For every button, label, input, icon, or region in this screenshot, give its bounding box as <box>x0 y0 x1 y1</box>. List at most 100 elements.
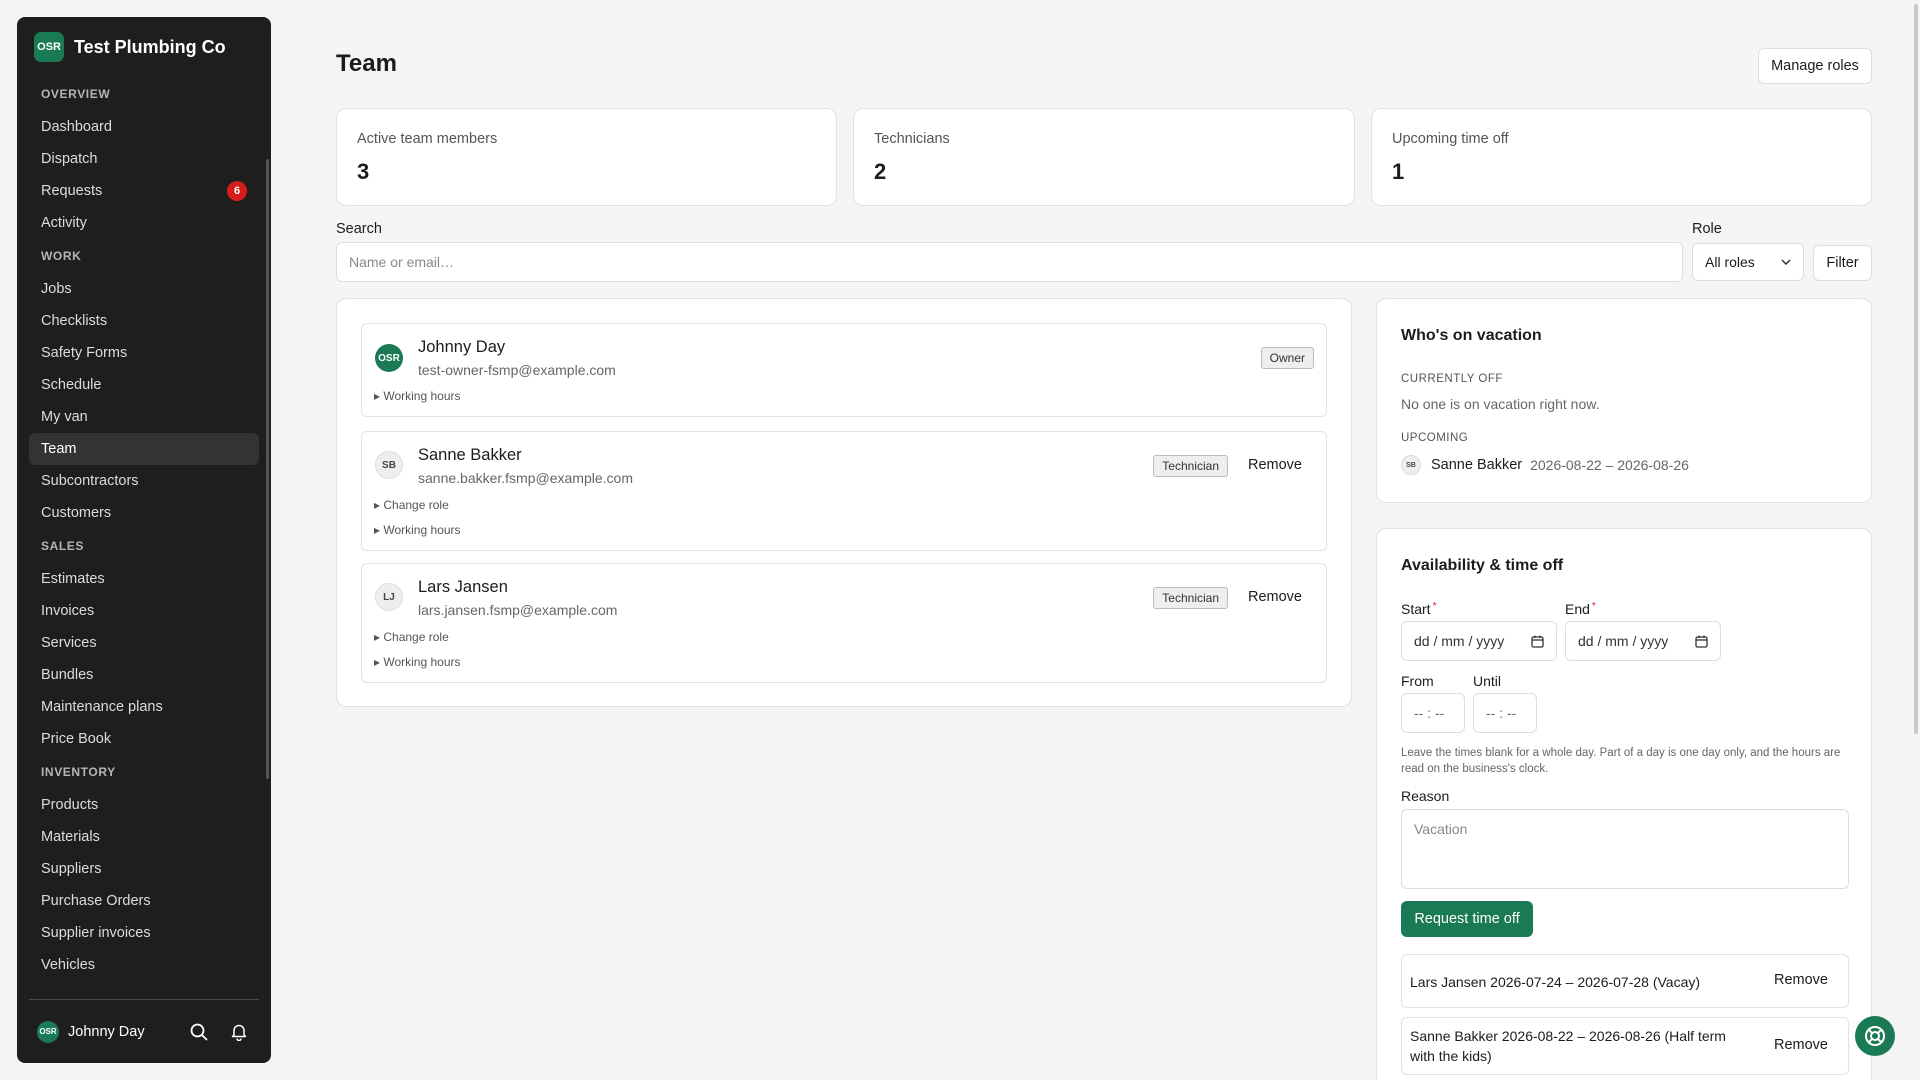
working-hours-toggle[interactable]: ▸ Working hours <box>374 389 461 403</box>
upcoming-label: UPCOMING <box>1401 432 1469 444</box>
toggle-label: Working hours <box>383 655 461 669</box>
remove-member-button[interactable]: Remove <box>1248 457 1302 473</box>
member-email: test-owner-fsmp@example.com <box>418 362 616 378</box>
availability-title: Availability & time off <box>1401 557 1564 574</box>
stat-label: Technicians <box>874 131 950 147</box>
member-email: lars.jansen.fsmp@example.com <box>418 602 618 618</box>
remove-time-off-button[interactable]: Remove <box>1774 972 1828 988</box>
member-email: sanne.bakker.fsmp@example.com <box>418 470 633 486</box>
filter-button[interactable]: Filter <box>1813 245 1872 281</box>
upcoming-avatar: SB <box>1401 455 1421 475</box>
from-time-input[interactable]: -- : -- <box>1401 693 1465 733</box>
request-time-off-button[interactable]: Request time off <box>1401 901 1533 937</box>
calendar-icon[interactable] <box>1695 635 1708 648</box>
change-role-toggle[interactable]: ▸ Change role <box>374 498 449 512</box>
stat-card-technicians: Technicians 2 <box>853 108 1355 206</box>
remove-member-button[interactable]: Remove <box>1248 589 1302 605</box>
stat-card-active-members: Active team members 3 <box>336 108 837 206</box>
sidebar-item-customers[interactable]: Customers <box>29 497 259 529</box>
sidebar-item-checklists[interactable]: Checklists <box>29 305 259 337</box>
until-label: Until <box>1473 673 1502 689</box>
stat-label: Upcoming time off <box>1392 131 1509 147</box>
sidebar-item-purchase-orders[interactable]: Purchase Orders <box>29 885 259 917</box>
toggle-label: Change role <box>383 498 449 512</box>
availability-card: Availability & time off Start * dd / mm /… <box>1376 528 1872 1080</box>
end-label-text: End <box>1565 601 1590 617</box>
member-row: LJ Lars Jansen lars.jansen.fsmp@example.… <box>361 563 1327 683</box>
start-label: Start * <box>1401 601 1437 617</box>
stat-value: 3 <box>357 159 370 184</box>
sidebar-item-safety-forms[interactable]: Safety Forms <box>29 337 259 369</box>
chevron-down-icon <box>1781 259 1791 265</box>
start-date-input[interactable]: dd / mm / yyyy <box>1401 621 1557 661</box>
sidebar-item-maintenance-plans[interactable]: Maintenance plans <box>29 691 259 723</box>
sidebar-item-materials[interactable]: Materials <box>29 821 259 853</box>
upcoming-name: Sanne Bakker <box>1431 457 1523 473</box>
sidebar-item-dispatch[interactable]: Dispatch <box>29 143 259 175</box>
reason-textarea[interactable]: Vacation <box>1401 809 1849 889</box>
sidebar-item-supplier-invoices[interactable]: Supplier invoices <box>29 917 259 949</box>
upcoming-item: SB Sanne Bakker 2026-08-22 – 2026-08-26 <box>1401 455 1689 475</box>
start-label-text: Start <box>1401 601 1431 617</box>
sidebar-item-team[interactable]: Team <box>29 433 259 465</box>
member-name: Sanne Bakker <box>418 446 522 464</box>
working-hours-toggle[interactable]: ▸ Working hours <box>374 655 461 669</box>
brand[interactable]: OSR Test Plumbing Co <box>17 17 271 77</box>
search-icon[interactable] <box>187 1020 211 1044</box>
stat-value: 1 <box>1392 159 1405 184</box>
sidebar-item-schedule[interactable]: Schedule <box>29 369 259 401</box>
currently-off-text: No one is on vacation right now. <box>1401 396 1600 412</box>
currently-off-label: CURRENTLY OFF <box>1401 373 1503 385</box>
sidebar-item-subcontractors[interactable]: Subcontractors <box>29 465 259 497</box>
role-select[interactable]: All roles <box>1692 243 1804 281</box>
sidebar-item-my-van[interactable]: My van <box>29 401 259 433</box>
sidebar-item-bundles[interactable]: Bundles <box>29 659 259 691</box>
org-name: Test Plumbing Co <box>74 36 226 57</box>
member-row: SB Sanne Bakker sanne.bakker.fsmp@exampl… <box>361 431 1327 551</box>
sidebar-item-estimates[interactable]: Estimates <box>29 563 259 595</box>
sidebar-scrollbar[interactable] <box>266 159 269 779</box>
remove-time-off-button[interactable]: Remove <box>1774 1037 1828 1053</box>
sidebar-item-dashboard[interactable]: Dashboard <box>29 111 259 143</box>
end-label: End * <box>1565 601 1596 617</box>
stat-value: 2 <box>874 159 887 184</box>
end-date-input[interactable]: dd / mm / yyyy <box>1565 621 1721 661</box>
sidebar-item-requests[interactable]: Requests 6 <box>29 175 259 207</box>
sidebar-item-suppliers[interactable]: Suppliers <box>29 853 259 885</box>
sidebar: OSR Test Plumbing Co OVERVIEW Dashboard … <box>17 17 271 1063</box>
sidebar-item-jobs[interactable]: Jobs <box>29 273 259 305</box>
sidebar-item-price-book[interactable]: Price Book <box>29 723 259 755</box>
nav-section-work: WORK <box>41 249 82 263</box>
working-hours-toggle[interactable]: ▸ Working hours <box>374 523 461 537</box>
change-role-toggle[interactable]: ▸ Change role <box>374 630 449 644</box>
bell-icon[interactable] <box>227 1020 251 1044</box>
sidebar-item-invoices[interactable]: Invoices <box>29 595 259 627</box>
time-off-entry: Lars Jansen 2026-07-24 – 2026-07-28 (Vac… <box>1401 954 1849 1008</box>
help-lifebuoy-icon[interactable] <box>1855 1016 1895 1056</box>
nav-section-sales: SALES <box>41 539 85 553</box>
requests-count-badge: 6 <box>227 181 247 201</box>
member-row: OSR Johnny Day test-owner-fsmp@example.c… <box>361 323 1327 417</box>
sidebar-item-vehicles[interactable]: Vehicles <box>29 949 259 981</box>
reason-label: Reason <box>1401 788 1450 804</box>
member-avatar: SB <box>375 451 403 479</box>
calendar-icon[interactable] <box>1531 635 1544 648</box>
sidebar-item-services[interactable]: Services <box>29 627 259 659</box>
member-name: Johnny Day <box>418 338 506 356</box>
user-name[interactable]: Johnny Day <box>68 1024 171 1040</box>
toggle-label: Working hours <box>383 523 461 537</box>
time-off-entry-text: Lars Jansen 2026-07-24 – 2026-07-28 (Vac… <box>1410 974 1701 990</box>
manage-roles-button[interactable]: Manage roles <box>1758 48 1872 84</box>
date-placeholder: dd / mm / yyyy <box>1578 633 1669 649</box>
page-scrollbar[interactable] <box>1914 4 1918 734</box>
sidebar-item-activity[interactable]: Activity <box>29 207 259 239</box>
org-logo: OSR <box>34 32 64 62</box>
sidebar-item-products[interactable]: Products <box>29 789 259 821</box>
vacation-card: Who's on vacation CURRENTLY OFF No one i… <box>1376 298 1872 503</box>
date-placeholder: dd / mm / yyyy <box>1414 633 1505 649</box>
search-input[interactable]: Name or email… <box>336 242 1683 282</box>
toggle-label: Working hours <box>383 389 461 403</box>
until-time-input[interactable]: -- : -- <box>1473 693 1537 733</box>
role-select-value: All roles <box>1705 254 1755 270</box>
sidebar-item-label: Requests <box>41 183 103 199</box>
